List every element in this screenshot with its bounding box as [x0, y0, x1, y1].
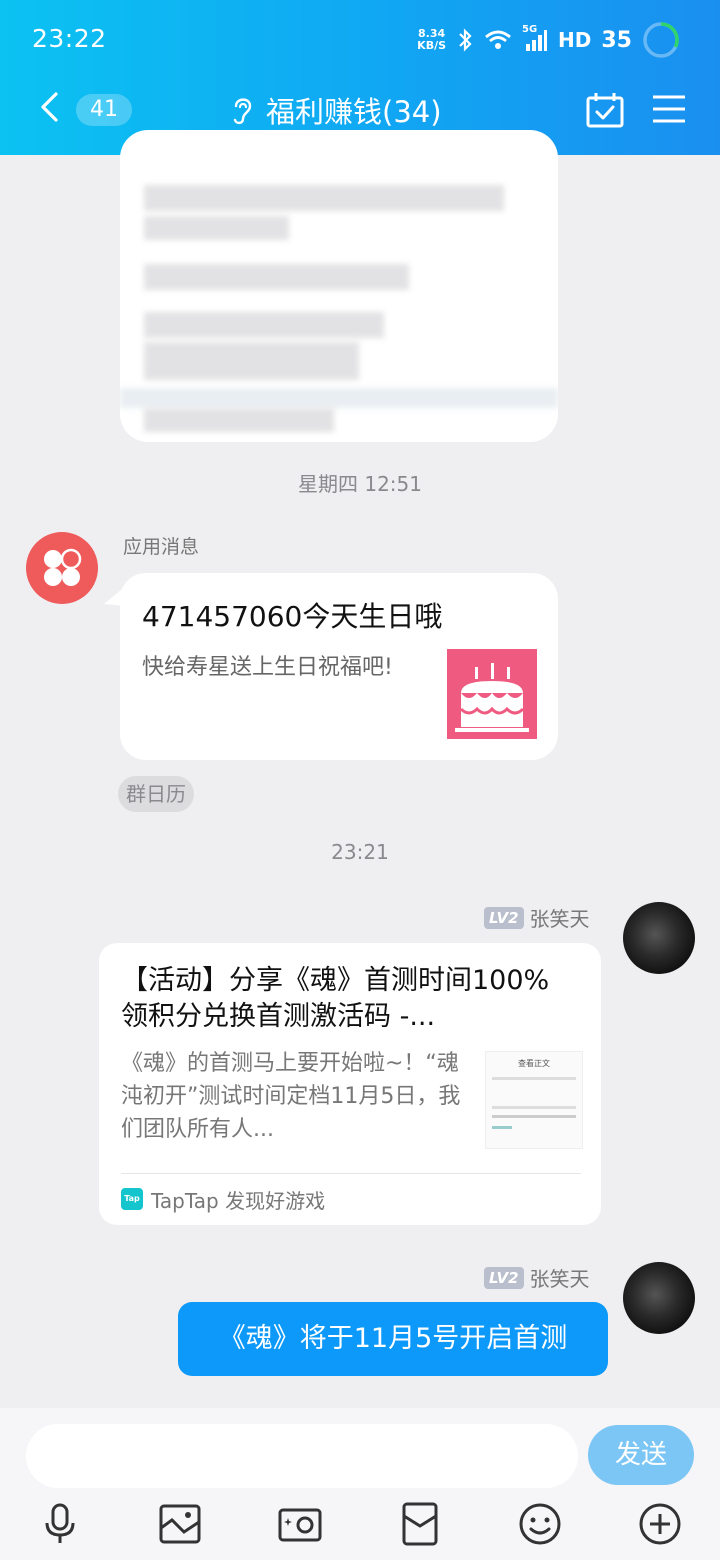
- thumb-line: [492, 1077, 576, 1080]
- battery-level: 35: [601, 27, 632, 53]
- avatar[interactable]: [623, 902, 695, 974]
- plus-icon[interactable]: [638, 1502, 682, 1546]
- signal-indicator: 5G: [522, 24, 548, 52]
- app-message-avatar[interactable]: [26, 532, 98, 604]
- camera-icon[interactable]: [278, 1502, 322, 1546]
- menu-icon[interactable]: [652, 94, 686, 124]
- cake-icon: [455, 663, 529, 732]
- sender-info: LV2 张笑天: [484, 1263, 590, 1292]
- cake-thumbnail: [447, 649, 537, 739]
- net-speed: 8.34 KB/S: [417, 27, 447, 52]
- divider: [121, 1173, 581, 1174]
- sender-info: LV2 张笑天: [484, 903, 590, 932]
- blurred-content: [144, 408, 334, 432]
- group-calendar-tag[interactable]: 群日历: [118, 776, 194, 812]
- level-badge: LV2: [484, 906, 524, 929]
- thumb-line: [492, 1106, 576, 1109]
- battery-ring-icon: [643, 22, 679, 58]
- blurred-content: [144, 264, 409, 290]
- share-card[interactable]: 【活动】分享《魂》首测时间100%领积分兑换首测激活码 -... 《魂》的首测马…: [99, 943, 601, 1225]
- sender-name: 张笑天: [529, 1267, 590, 1291]
- ear-icon: [233, 98, 252, 125]
- status-bar: 23:22 8.34 KB/S 5G HD 35: [0, 0, 720, 80]
- group-title: 福利赚钱(34): [266, 95, 442, 129]
- share-thumbnail: 查看正文: [485, 1051, 583, 1149]
- title-area[interactable]: 福利赚钱(34): [230, 88, 442, 132]
- share-title: 【活动】分享《魂》首测时间100%领积分兑换首测激活码 -...: [121, 965, 550, 1032]
- blurred-content: [144, 312, 384, 338]
- blurred-content: [144, 216, 289, 240]
- taptap-logo-icon: Tap: [121, 1188, 143, 1210]
- sender-name: 张笑天: [529, 907, 590, 931]
- level-badge: LV2: [484, 1266, 524, 1289]
- bluetooth-icon: [459, 28, 472, 52]
- hd-indicator: HD: [558, 28, 592, 52]
- input-bar: 发送: [0, 1408, 720, 1560]
- unread-count-badge[interactable]: 41: [76, 94, 132, 126]
- thumb-line: [492, 1115, 576, 1118]
- blurred-content: [144, 185, 504, 211]
- share-source: Tap TapTap 发现好游戏: [121, 1185, 325, 1213]
- red-packet-icon[interactable]: [398, 1502, 442, 1546]
- message-input[interactable]: [26, 1424, 578, 1488]
- blurred-content: [144, 342, 359, 380]
- status-time: 23:22: [32, 24, 107, 53]
- wifi-icon: [485, 30, 511, 49]
- image-icon[interactable]: [158, 1502, 202, 1546]
- clover-icon: [44, 548, 82, 586]
- thumb-caption: 查看正文: [518, 1059, 550, 1068]
- birthday-subtitle: 快给寿星送上生日祝福吧!: [142, 655, 393, 680]
- share-description: 《魂》的首测马上要开始啦~！“魂沌初开”测试时间定档11月5日，我们团队所有人.…: [121, 1051, 461, 1142]
- avatar[interactable]: [623, 1262, 695, 1334]
- send-button[interactable]: 发送: [588, 1425, 694, 1485]
- blurred-content: [120, 388, 558, 408]
- calendar-check-icon[interactable]: [586, 92, 624, 128]
- source-label: TapTap 发现好游戏: [151, 1188, 326, 1213]
- timestamp: 星期四 12:51: [298, 472, 422, 496]
- network-type: 5G: [522, 24, 538, 35]
- birthday-title: 471457060今天生日哦: [142, 600, 443, 633]
- text-message-bubble[interactable]: 《魂》将于11月5号开启首测: [178, 1302, 608, 1376]
- sender-name: 应用消息: [123, 536, 200, 558]
- back-icon[interactable]: [36, 92, 66, 122]
- thumb-line: [492, 1126, 512, 1129]
- emoji-icon[interactable]: [518, 1502, 562, 1546]
- status-icons: 8.34 KB/S 5G HD 35: [417, 18, 680, 62]
- blurred-message-card[interactable]: [120, 130, 558, 442]
- birthday-card[interactable]: 471457060今天生日哦 快给寿星送上生日祝福吧!: [120, 573, 558, 760]
- microphone-icon[interactable]: [38, 1502, 82, 1546]
- timestamp: 23:21: [331, 840, 389, 864]
